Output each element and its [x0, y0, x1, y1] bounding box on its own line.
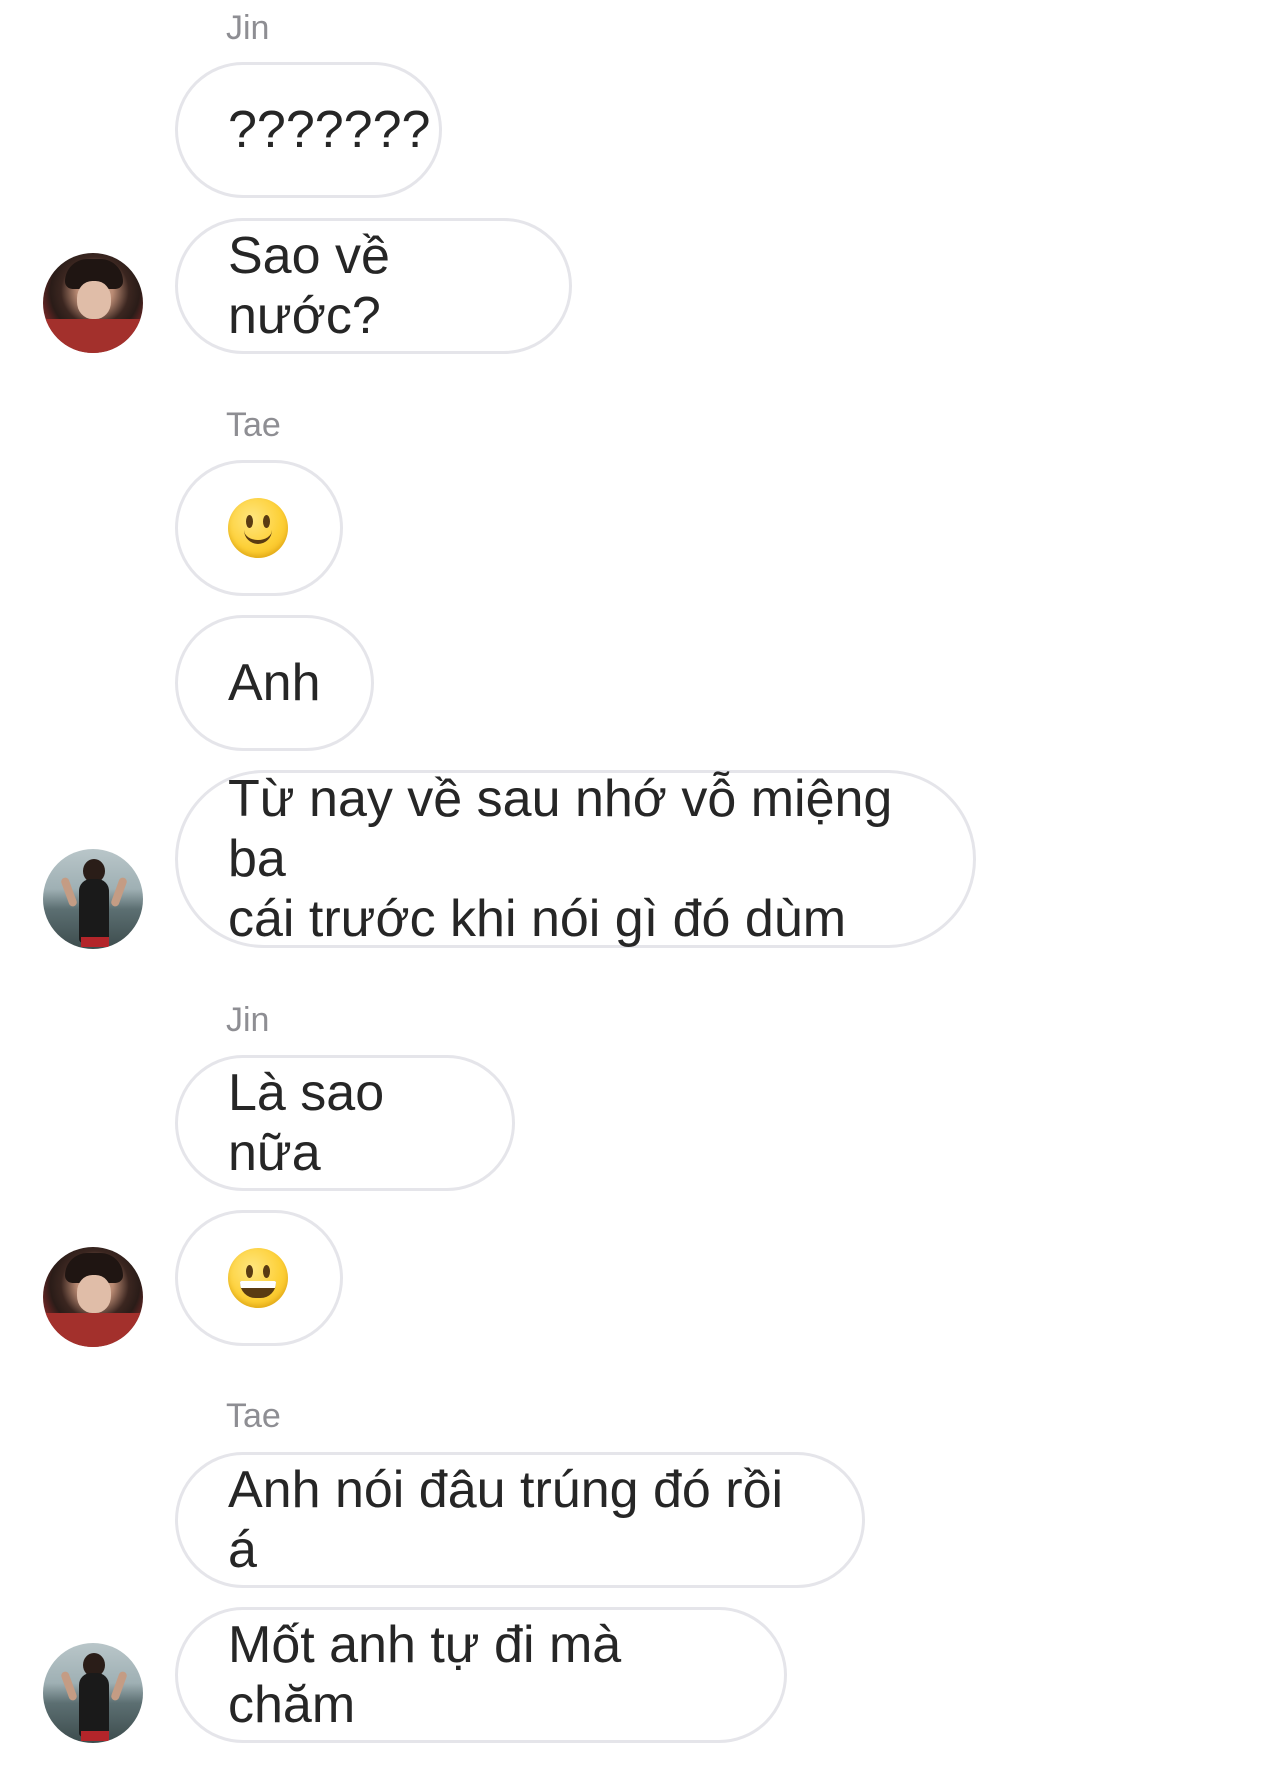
avatar-tae[interactable] — [43, 849, 143, 949]
message-bubble[interactable]: ??????? — [175, 62, 442, 198]
slightly-smiling-face-icon — [228, 498, 288, 558]
message-text: Anh — [228, 654, 321, 712]
message-text: Sao về nước? — [228, 227, 390, 345]
grinning-face-icon — [228, 1248, 288, 1308]
message-text: Mốt anh tự đi mà chăm — [228, 1616, 622, 1734]
sender-name: Tae — [226, 1397, 281, 1435]
message-bubble[interactable]: Anh nói đâu trúng đó rồi á — [175, 1452, 865, 1588]
message-text: Là sao nữa — [228, 1064, 385, 1182]
sender-name: Tae — [226, 406, 281, 444]
avatar-tae[interactable] — [43, 1643, 143, 1743]
message-bubble[interactable] — [175, 1210, 343, 1346]
message-bubble[interactable]: Sao về nước? — [175, 218, 572, 354]
message-text: Từ nay về sau nhớ vỗ miệng ba cái trước … — [228, 770, 893, 948]
avatar-jin[interactable] — [43, 1247, 143, 1347]
avatar-jin[interactable] — [43, 253, 143, 353]
sender-name: Jin — [226, 9, 270, 47]
message-text: Anh nói đâu trúng đó rồi á — [228, 1461, 784, 1579]
sender-name: Jin — [226, 1001, 270, 1039]
message-bubble[interactable]: Từ nay về sau nhớ vỗ miệng ba cái trước … — [175, 770, 976, 948]
message-bubble[interactable] — [175, 460, 343, 596]
message-bubble[interactable]: Anh — [175, 615, 374, 751]
message-bubble[interactable]: Mốt anh tự đi mà chăm — [175, 1607, 787, 1743]
message-text: ??????? — [228, 101, 431, 159]
message-bubble[interactable]: Là sao nữa — [175, 1055, 515, 1191]
